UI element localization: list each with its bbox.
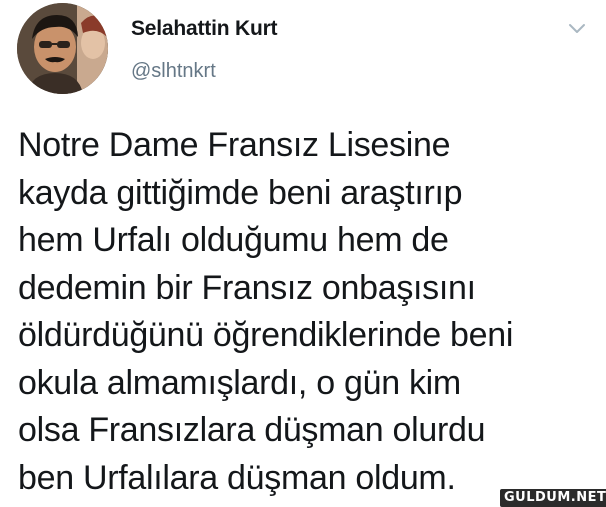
tweet-text-line: dedemin bir Fransız onbaşısını <box>18 268 476 307</box>
chevron-down-icon <box>569 24 585 33</box>
tweet-text-line: kayda gittiğimde beni araştırıp <box>18 173 463 212</box>
tweet-text-line: okula almamışlardı, o gün kim <box>18 363 461 402</box>
watermark: GULDUM.NET <box>500 489 606 507</box>
tweet-menu-button[interactable] <box>567 22 587 36</box>
tweet-text: Notre Dame Fransız Lisesine kayda gittiğ… <box>18 122 598 502</box>
avatar-photo-icon <box>17 3 108 94</box>
display-name[interactable]: Selahattin Kurt <box>131 17 278 41</box>
tweet-text-line: hem Urfalı olduğumu hem de <box>18 221 449 259</box>
tweet-text-line: öldürdüğünü öğrendiklerinde beni <box>18 316 514 354</box>
user-handle[interactable]: @slhtnkrt <box>131 60 216 83</box>
avatar[interactable] <box>17 3 108 94</box>
tweet-text-line: olsa Fransızlara düşman olurdu <box>18 411 486 449</box>
tweet-text-line: Notre Dame Fransız Lisesine <box>18 126 451 164</box>
tweet-card: Selahattin Kurt @slhtnkrt Notre Dame Fra… <box>0 0 606 507</box>
